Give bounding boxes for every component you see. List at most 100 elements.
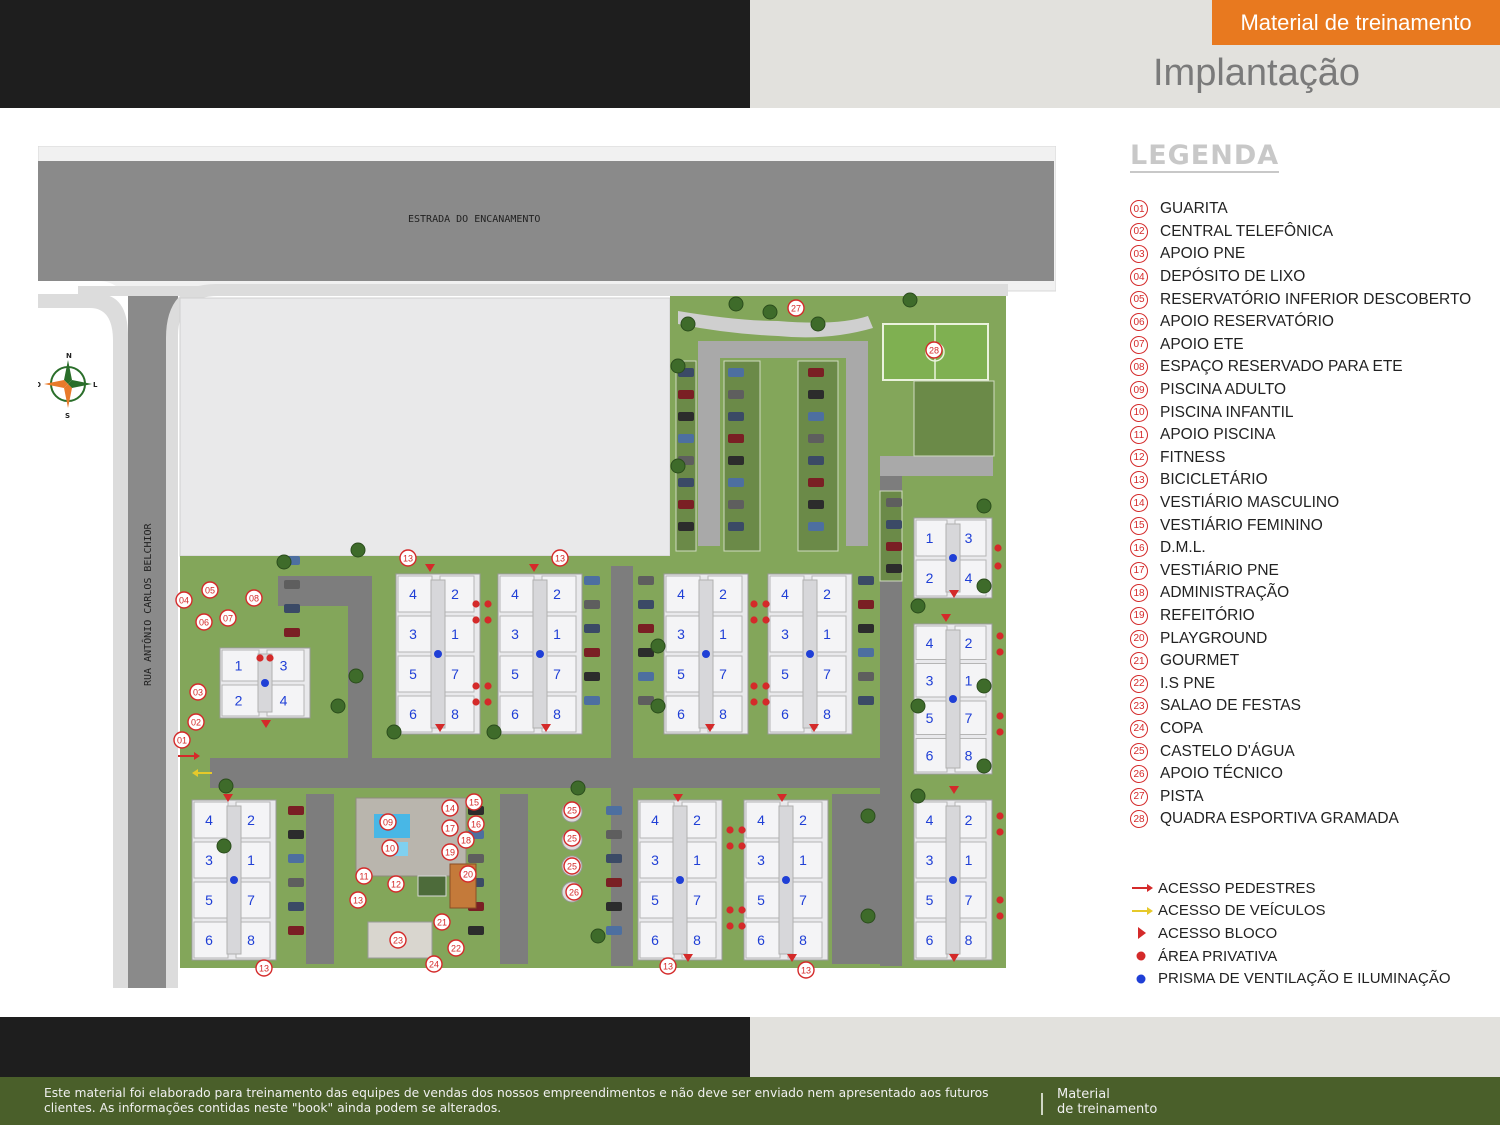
unit-number: 3 bbox=[757, 852, 765, 868]
private-area-dot bbox=[726, 826, 734, 834]
legend-label: DEPÓSITO DE LIXO bbox=[1160, 268, 1306, 286]
legend-label: PISCINA INFANTIL bbox=[1160, 403, 1294, 421]
tree bbox=[976, 498, 992, 514]
svg-text:S: S bbox=[65, 412, 70, 420]
unit-number: 5 bbox=[651, 892, 659, 908]
legend-item: 16 D.M.L. bbox=[1130, 537, 1490, 560]
tree bbox=[650, 638, 666, 654]
car bbox=[858, 624, 874, 633]
unit-number: 1 bbox=[247, 852, 255, 868]
unit-number: 7 bbox=[965, 892, 973, 908]
unit-number: 1 bbox=[553, 626, 561, 642]
legend-number: 27 bbox=[1130, 787, 1148, 806]
unit-number: 5 bbox=[677, 666, 685, 682]
legend-number: 17 bbox=[1130, 561, 1148, 580]
private-area-dot bbox=[484, 698, 492, 706]
legend-number: 26 bbox=[1130, 765, 1148, 784]
unit-number: 6 bbox=[511, 706, 519, 722]
plan-marker: 06 bbox=[195, 613, 213, 631]
tree bbox=[810, 316, 826, 332]
svg-text:13: 13 bbox=[403, 554, 413, 564]
plan-marker: 13 bbox=[255, 959, 273, 977]
symbol-item: ÁREA PRIVATIVA bbox=[1130, 945, 1490, 968]
car bbox=[584, 576, 600, 585]
legend-label: GUARITA bbox=[1160, 200, 1228, 218]
car bbox=[886, 498, 902, 507]
tree bbox=[976, 758, 992, 774]
legend-label: GOURMET bbox=[1160, 652, 1240, 670]
car bbox=[606, 854, 622, 863]
fitness-area bbox=[417, 875, 447, 897]
prism-dot bbox=[230, 876, 238, 884]
svg-text:01: 01 bbox=[177, 736, 187, 746]
legend-number: 23 bbox=[1130, 697, 1148, 716]
car bbox=[638, 672, 654, 681]
symbol-label: ACESSO PEDESTRES bbox=[1158, 879, 1316, 897]
unit-number: 2 bbox=[553, 586, 561, 602]
private-area-dot bbox=[762, 600, 770, 608]
legend-item: 21 GOURMET bbox=[1130, 650, 1490, 673]
plan-marker: 17 bbox=[441, 819, 459, 837]
unit-number: 6 bbox=[409, 706, 417, 722]
private-area-dot bbox=[472, 600, 480, 608]
unit-number: 1 bbox=[965, 672, 973, 688]
legend-number: 22 bbox=[1130, 674, 1148, 693]
svg-text:19: 19 bbox=[445, 848, 455, 858]
private-area-dot bbox=[726, 906, 734, 914]
private-area-dot bbox=[996, 896, 1004, 904]
car bbox=[284, 604, 300, 613]
legend-label: CENTRAL TELEFÔNICA bbox=[1160, 222, 1334, 240]
legend-label: APOIO TÉCNICO bbox=[1160, 765, 1283, 783]
prism-dot bbox=[949, 876, 957, 884]
unit-number: 7 bbox=[451, 666, 459, 682]
legend-item: 15 VESTIÁRIO FEMININO bbox=[1130, 514, 1490, 537]
private-area-dot bbox=[750, 698, 758, 706]
yellow-arrow-icon bbox=[1130, 902, 1158, 920]
svg-text:14: 14 bbox=[445, 804, 455, 814]
prism-dot bbox=[782, 876, 790, 884]
svg-text:23: 23 bbox=[393, 936, 403, 946]
car bbox=[606, 830, 622, 839]
svg-text:27: 27 bbox=[791, 304, 801, 314]
private-area-dot bbox=[738, 842, 746, 850]
tree bbox=[976, 678, 992, 694]
car bbox=[808, 434, 824, 443]
legend-number: 15 bbox=[1130, 516, 1148, 535]
site-plan: ESTRADA DO ENCANAMENTO RUA ANTÔNIO CARLO… bbox=[38, 146, 1056, 988]
training-material-tag: Material de treinamento bbox=[1212, 0, 1500, 45]
plan-marker: 25 bbox=[563, 801, 581, 819]
symbol-label: ACESSO BLOCO bbox=[1158, 924, 1278, 942]
legend-label: QUADRA ESPORTIVA GRAMADA bbox=[1160, 810, 1399, 828]
car bbox=[808, 412, 824, 421]
car bbox=[584, 672, 600, 681]
unit-number: 1 bbox=[451, 626, 459, 642]
legend-label: PISTA bbox=[1160, 787, 1204, 805]
empty-lot bbox=[179, 297, 671, 557]
tree bbox=[348, 668, 364, 684]
svg-text:05: 05 bbox=[205, 586, 215, 596]
car bbox=[584, 696, 600, 705]
legend-number: 12 bbox=[1130, 448, 1148, 467]
plan-marker: 08 bbox=[245, 589, 263, 607]
plan-marker: 27 bbox=[787, 299, 805, 317]
car bbox=[886, 564, 902, 573]
legend-number: 02 bbox=[1130, 222, 1148, 241]
unit-number: 5 bbox=[511, 666, 519, 682]
car bbox=[606, 878, 622, 887]
plan-marker: 19 bbox=[441, 843, 459, 861]
unit-number: 6 bbox=[781, 706, 789, 722]
legend-item: 05 RESERVATÓRIO INFERIOR DESCOBERTO bbox=[1130, 288, 1490, 311]
legend-item: 04 DEPÓSITO DE LIXO bbox=[1130, 266, 1490, 289]
unit-number: 4 bbox=[677, 586, 685, 602]
unit-number: 7 bbox=[553, 666, 561, 682]
private-area-dot bbox=[738, 906, 746, 914]
unit-number: 6 bbox=[926, 932, 934, 948]
plan-marker: 07 bbox=[219, 609, 237, 627]
car bbox=[728, 368, 744, 377]
road-top-label: ESTRADA DO ENCANAMENTO bbox=[408, 214, 540, 225]
symbol-label: ACESSO DE VEÍCULOS bbox=[1158, 902, 1326, 920]
private-area-dot bbox=[484, 682, 492, 690]
svg-text:11: 11 bbox=[359, 872, 368, 882]
legend-number: 04 bbox=[1130, 268, 1148, 287]
header-light-panel: Material de treinamento bbox=[750, 0, 1500, 108]
